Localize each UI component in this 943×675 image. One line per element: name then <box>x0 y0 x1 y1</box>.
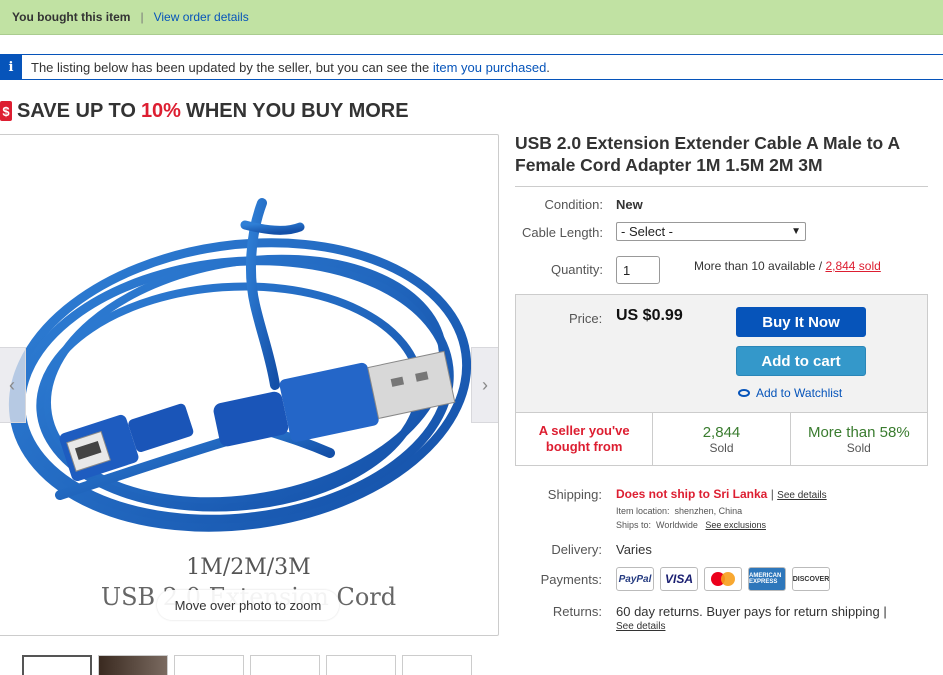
discover-icon: DISCOVER <box>792 567 830 591</box>
sold-percent-stat: More than 58% Sold <box>791 413 927 465</box>
sold-percent-label: Sold <box>846 440 871 455</box>
sold-count-link[interactable]: 2,844 sold <box>825 259 880 273</box>
zoom-hint: Move over photo to zoom <box>157 590 339 620</box>
sold-percent-value: More than 58% <box>807 423 910 441</box>
shipping-details-link[interactable]: See details <box>777 490 826 501</box>
see-exclusions-link[interactable]: See exclusions <box>705 520 766 530</box>
notice-text: The listing below has been updated by th… <box>31 59 430 75</box>
chevron-down-icon: ▼ <box>791 226 801 237</box>
condition-label: Condition: <box>544 197 603 212</box>
shipping-separator: | <box>770 487 774 501</box>
mastercard-icon <box>704 567 742 591</box>
view-order-details-link[interactable]: View order details <box>154 10 249 24</box>
product-photo-viewer[interactable]: ‹ › 1M/2M/3M USB 2.0 Extension Cord Move… <box>0 134 499 636</box>
sold-count-label: Sold <box>709 440 734 455</box>
eye-icon <box>738 389 750 397</box>
next-photo-button[interactable]: › <box>471 347 498 423</box>
shipping-status: Does not ship to Sri Lanka <box>616 487 768 501</box>
cable-length-select[interactable]: - Select - ▼ <box>616 222 806 241</box>
item-location: Item location: shenzhen, China <box>616 506 742 516</box>
price-box: Price: US $0.99 Buy It Now Add to cart A… <box>515 294 928 466</box>
volume-promo-banner: $ SAVE UP TO 10% WHEN YOU BUY MORE <box>0 98 409 124</box>
thumbnail-strip <box>22 655 472 675</box>
chevron-right-icon: › <box>482 374 488 395</box>
quantity-input[interactable]: 1 <box>616 256 660 284</box>
thumbnail[interactable] <box>402 655 472 675</box>
cable-length-label: Cable Length: <box>522 225 603 240</box>
amex-icon: AMERICAN EXPRESS <box>748 567 786 591</box>
availability: More than 10 available / 2,844 sold <box>694 259 881 273</box>
purchase-stats: A seller you've bought from 2,844 Sold M… <box>516 412 927 465</box>
item-location-value: shenzhen, China <box>674 506 743 516</box>
returns-label: Returns: <box>552 604 602 619</box>
sold-count-stat: 2,844 Sold <box>653 413 791 465</box>
banner-separator: | <box>140 10 144 24</box>
delivery-value: Varies <box>616 542 652 557</box>
promo-percent: 10% <box>140 99 181 122</box>
purchase-banner: You bought this item | View order detail… <box>0 0 943 35</box>
previous-photo-button[interactable]: ‹ <box>0 347 26 423</box>
listing-updated-notice: i The listing below has been updated by … <box>0 54 943 80</box>
ships-to-value: Worldwide <box>656 520 698 530</box>
notice-end: . <box>546 59 550 75</box>
thumbnail[interactable] <box>250 655 320 675</box>
seller-stat-line1: A seller you've <box>538 423 630 438</box>
watchlist-label: Add to Watchlist <box>756 386 843 400</box>
returns-value: 60 day returns. Buyer pays for return sh… <box>616 604 887 619</box>
thumbnail[interactable] <box>326 655 396 675</box>
returns-details-link[interactable]: See details <box>616 621 665 632</box>
price-tag-icon: $ <box>0 101 12 121</box>
promo-suffix: WHEN YOU BUY MORE <box>185 99 409 122</box>
shipping-value: Does not ship to Sri Lanka | See details <box>616 487 827 501</box>
payment-methods: PayPal VISA AMERICAN EXPRESS DISCOVER <box>616 567 830 591</box>
item-location-label: Item location: <box>616 506 670 516</box>
thumbnail[interactable] <box>174 655 244 675</box>
shipping-label: Shipping: <box>547 487 602 502</box>
thumbnail[interactable] <box>98 655 168 675</box>
title-divider <box>515 186 928 187</box>
paypal-icon: PayPal <box>616 567 654 591</box>
photo-caption-sizes: 1M/2M/3M <box>186 555 311 580</box>
seller-bought-from-stat: A seller you've bought from <box>516 413 654 465</box>
add-to-cart-button[interactable]: Add to cart <box>736 346 866 376</box>
ships-to-label: Ships to: <box>616 520 652 530</box>
cable-length-selected: - Select - <box>621 224 674 239</box>
item-you-purchased-link[interactable]: item you purchased <box>433 60 546 75</box>
price-value: US $0.99 <box>616 307 683 324</box>
sold-count-value: 2,844 <box>702 423 741 441</box>
product-title: USB 2.0 Extension Extender Cable A Male … <box>515 133 900 175</box>
delivery-label: Delivery: <box>551 542 602 557</box>
visa-icon: VISA <box>660 567 698 591</box>
payments-label: Payments: <box>540 572 602 587</box>
thumbnail[interactable] <box>22 655 92 675</box>
available-text: More than 10 available / <box>694 259 823 273</box>
buy-it-now-button[interactable]: Buy It Now <box>736 307 866 337</box>
add-to-watchlist-link[interactable]: Add to Watchlist <box>738 386 842 400</box>
ships-to: Ships to: Worldwide See exclusions <box>616 520 766 530</box>
seller-stat-line2: bought from <box>545 439 623 454</box>
quantity-label: Quantity: <box>550 262 603 277</box>
promo-prefix: SAVE UP TO <box>17 99 136 122</box>
condition-value: New <box>616 197 643 212</box>
bought-notice: You bought this item <box>12 10 131 24</box>
price-label: Price: <box>569 311 603 326</box>
info-icon: i <box>0 55 22 79</box>
chevron-left-icon: ‹ <box>9 374 15 395</box>
